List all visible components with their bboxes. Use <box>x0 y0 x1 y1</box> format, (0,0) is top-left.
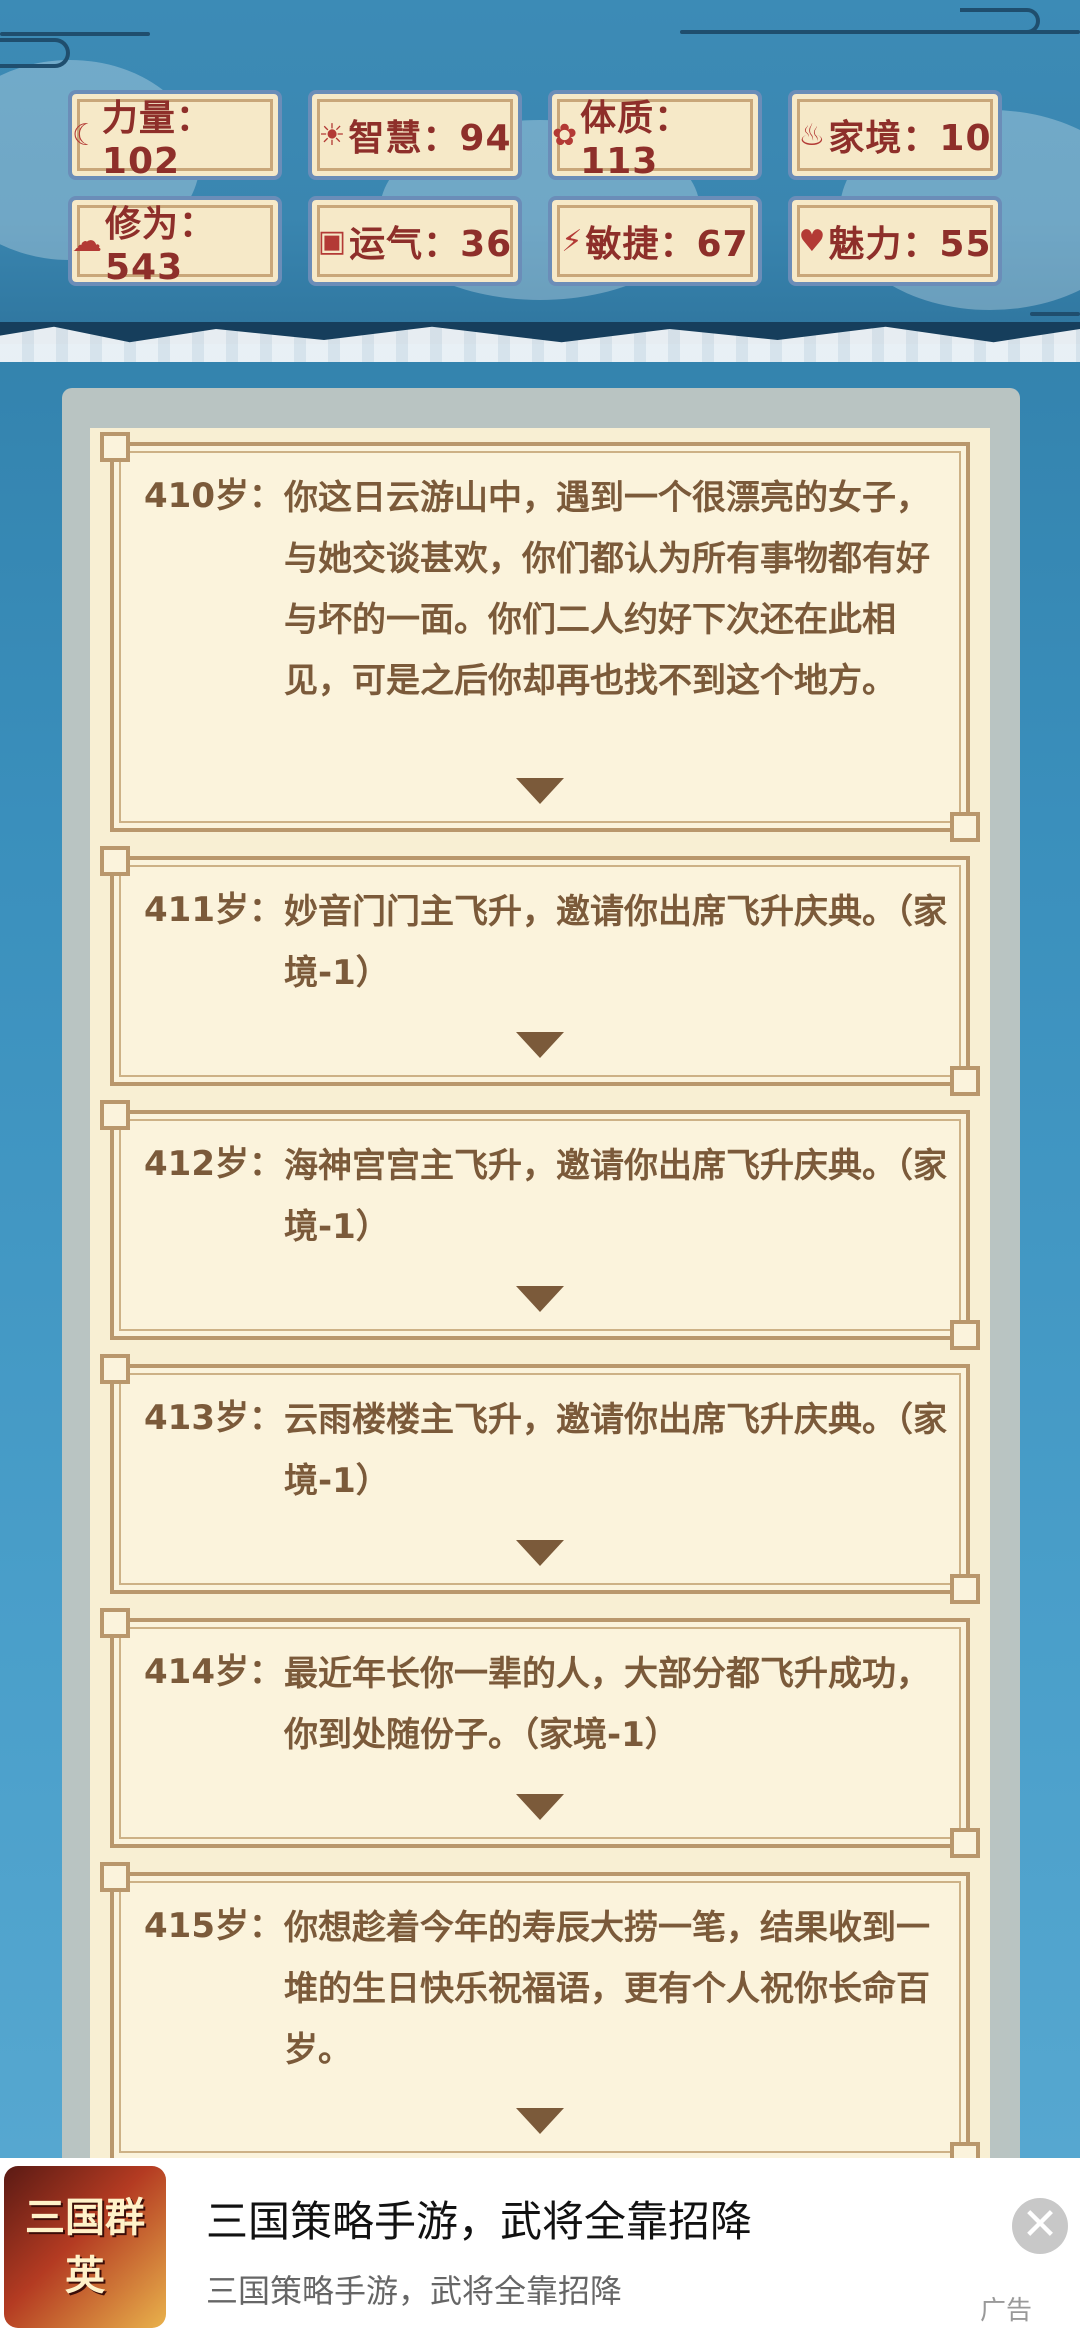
close-icon[interactable]: ✕ <box>1012 2198 1068 2254</box>
expand-arrow-icon[interactable] <box>516 1540 564 1566</box>
charm-icon: ♥ <box>798 223 827 259</box>
stat-cultivation: ☁ 修为：543 <box>68 196 282 288</box>
ad-tag: 广告 <box>980 2296 1033 2326</box>
event-text: 最近年长你一辈的人，大部分都飞升成功，你到处随份子。（家境-1） <box>284 1654 930 1755</box>
event-entry[interactable]: 410岁： 你这日云游山中，遇到一个很漂亮的女子，与她交谈甚欢，你们都认为所有事… <box>100 432 980 842</box>
constitution-icon: ✿ <box>552 117 579 153</box>
event-text: 你想趁着今年的寿辰大捞一笔，结果收到一堆的生日快乐祝福语，更有个人祝你长命百岁。 <box>284 1908 930 2070</box>
stat-wisdom: ☀ 智慧：94 <box>308 90 522 180</box>
event-entry[interactable]: 415岁： 你想趁着今年的寿辰大捞一笔，结果收到一堆的生日快乐祝福语，更有个人祝… <box>100 1862 980 2172</box>
wisdom-icon: ☀ <box>318 117 347 153</box>
event-age: 413岁： <box>144 1398 283 1438</box>
stat-label: 家境：10 <box>828 118 992 159</box>
expand-arrow-icon[interactable] <box>516 2108 564 2134</box>
stat-label: 运气：36 <box>349 224 513 265</box>
event-text: 妙音门门主飞升，邀请你出席飞升庆典。（家境-1） <box>284 892 947 993</box>
expand-arrow-icon[interactable] <box>516 1032 564 1058</box>
event-age: 410岁： <box>144 476 283 516</box>
agility-icon: ⚡ <box>561 223 584 259</box>
family-icon: ♨ <box>798 117 827 153</box>
stat-label: 敏捷：67 <box>585 224 749 265</box>
stat-label: 体质：113 <box>580 97 692 182</box>
event-entry[interactable]: 413岁： 云雨楼楼主飞升，邀请你出席飞升庆典。（家境-1） <box>100 1354 980 1604</box>
ad-logo[interactable]: 三国群英 <box>4 2166 166 2328</box>
stat-label: 力量：102 <box>101 97 213 182</box>
ad-subtitle[interactable]: 三国策略手游，武将全靠招降 <box>206 2266 622 2312</box>
event-age: 411岁： <box>144 890 283 930</box>
stat-agility: ⚡ 敏捷：67 <box>548 196 762 286</box>
expand-arrow-icon[interactable] <box>516 1794 564 1820</box>
stat-family: ♨ 家境：10 <box>788 90 1002 180</box>
cultivation-icon: ☁ <box>72 223 103 259</box>
event-entry[interactable]: 414岁： 最近年长你一辈的人，大部分都飞升成功，你到处随份子。（家境-1） <box>100 1608 980 1858</box>
stat-label: 魅力：55 <box>828 224 992 265</box>
event-text: 你这日云游山中，遇到一个很漂亮的女子，与她交谈甚欢，你们都认为所有事物都有好与坏… <box>284 478 930 701</box>
event-age: 414岁： <box>144 1652 283 1692</box>
expand-arrow-icon[interactable] <box>516 1286 564 1312</box>
event-age: 415岁： <box>144 1906 283 1946</box>
stat-label: 修为：543 <box>105 203 217 288</box>
expand-arrow-icon[interactable] <box>516 778 564 804</box>
event-text: 海神宫宫主飞升，邀请你出席飞升庆典。（家境-1） <box>284 1146 947 1247</box>
stat-strength: ☾ 力量：102 <box>68 90 282 182</box>
stats-grid: ☾ 力量：102 ☀ 智慧：94 ✿ 体质：113 ♨ 家境：10 ☁ 修为：543 ▣ 运… <box>68 90 1012 288</box>
event-age: 412岁： <box>144 1144 283 1184</box>
event-text: 云雨楼楼主飞升，邀请你出席飞升庆典。（家境-1） <box>284 1400 947 1501</box>
event-entry[interactable]: 411岁： 妙音门门主飞升，邀请你出席飞升庆典。（家境-1） <box>100 846 980 1096</box>
ad-title[interactable]: 三国策略手游，武将全靠招降 <box>206 2188 752 2249</box>
stat-constitution: ✿ 体质：113 <box>548 90 762 182</box>
strength-icon: ☾ <box>72 117 100 153</box>
stat-charm: ♥ 魅力：55 <box>788 196 1002 286</box>
luck-icon: ▣ <box>317 223 348 259</box>
ad-banner[interactable]: 三国群英 三国策略手游，武将全靠招降 三国策略手游，武将全靠招降 ✕ 广告 <box>0 2158 1080 2340</box>
event-entry[interactable]: 412岁： 海神宫宫主飞升，邀请你出席飞升庆典。（家境-1） <box>100 1100 980 1350</box>
stat-label: 智慧：94 <box>348 118 512 159</box>
stat-luck: ▣ 运气：36 <box>308 196 522 286</box>
